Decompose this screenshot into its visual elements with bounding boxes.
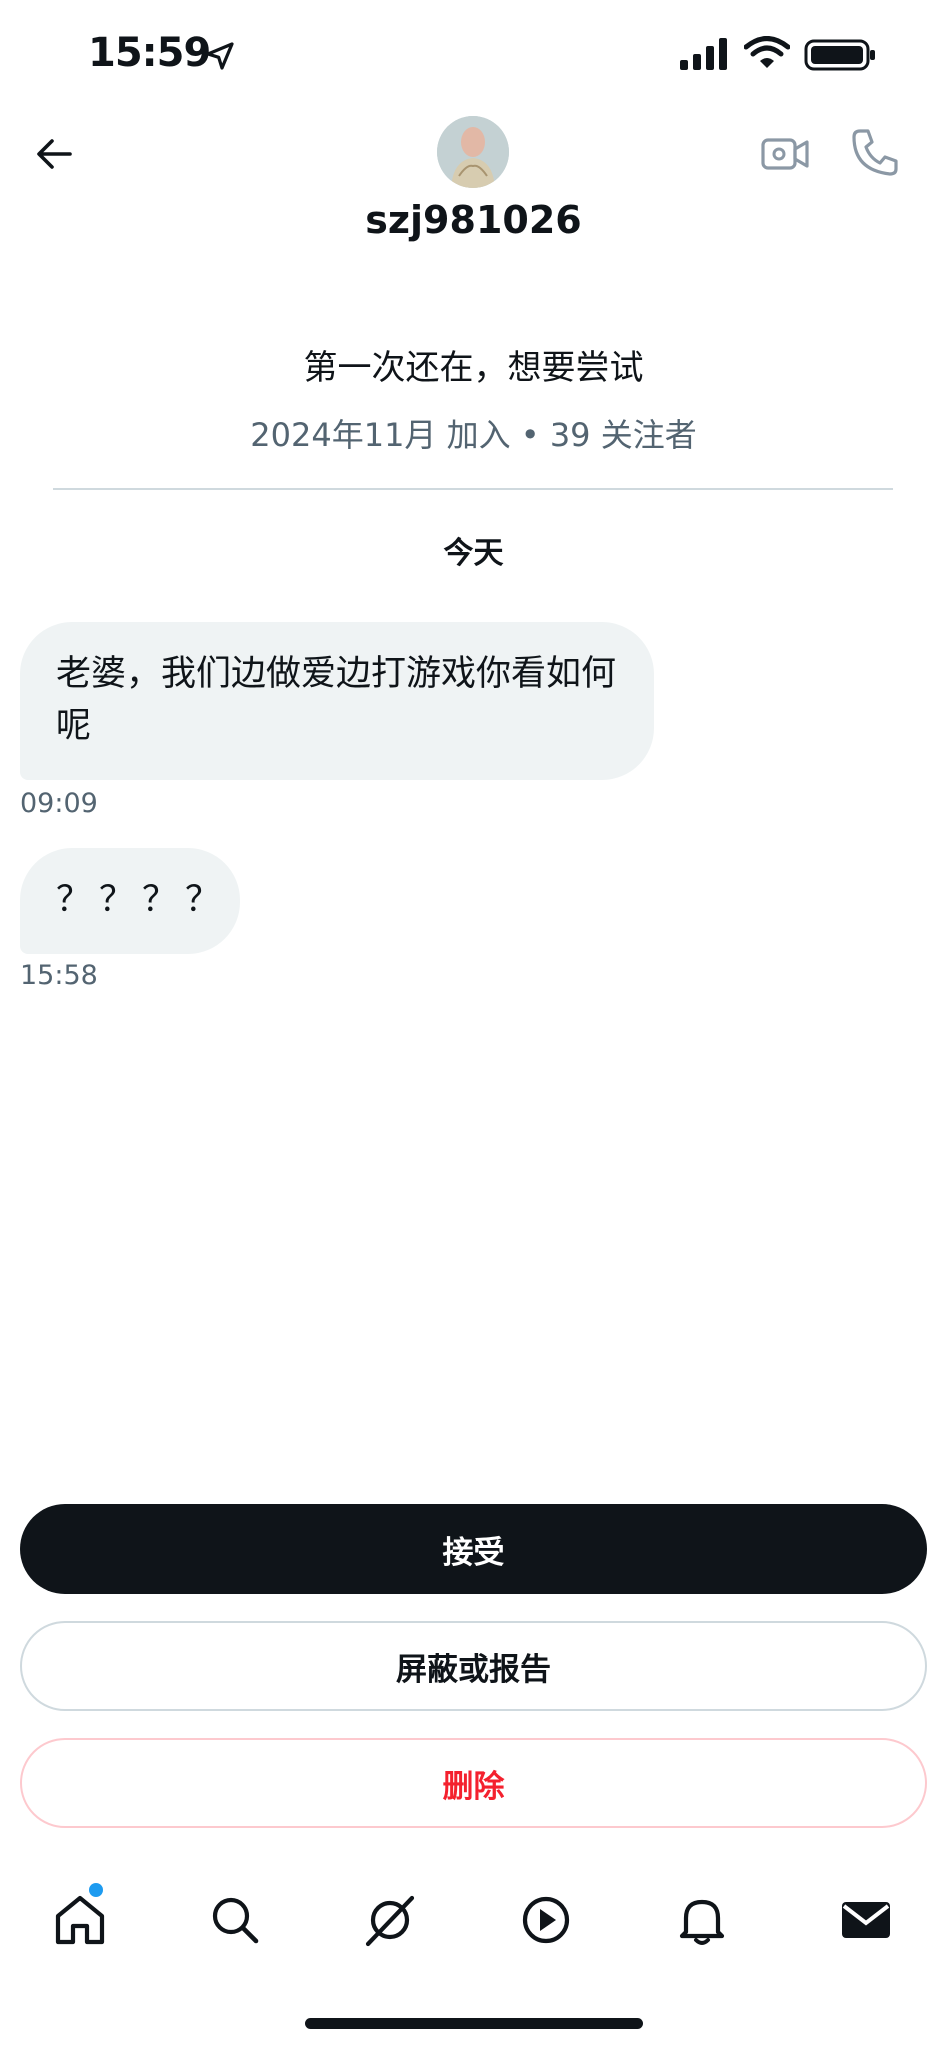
video-icon[interactable] [518, 1892, 574, 1948]
grok-icon[interactable] [362, 1892, 418, 1948]
delete-button[interactable]: 删除 [20, 1738, 927, 1828]
back-arrow-icon[interactable] [30, 130, 78, 178]
date-separator: 今天 [443, 536, 504, 571]
video-call-icon[interactable] [760, 130, 810, 178]
avatar-image [437, 116, 509, 188]
battery-icon [804, 39, 875, 71]
message-bubble[interactable]: ？？？？ [20, 848, 240, 954]
message-timestamp: 09:09 [20, 788, 98, 819]
message-timestamp: 15:58 [20, 960, 98, 991]
messages-icon[interactable] [838, 1892, 894, 1948]
profile-bio: 第一次还在，想要尝试 [303, 348, 644, 388]
wifi-icon [744, 36, 790, 68]
profile-meta: 2024年11月 加入 • 39 关注者 [250, 416, 697, 454]
divider [53, 488, 893, 490]
status-bar: 15:59 [0, 0, 947, 110]
home-icon[interactable] [52, 1892, 108, 1948]
block-or-report-button[interactable]: 屏蔽或报告 [20, 1621, 927, 1711]
avatar[interactable] [437, 116, 509, 188]
status-time: 15:59 [88, 30, 211, 76]
location-arrow-icon [206, 42, 234, 70]
header-username[interactable]: szj981026 [0, 198, 947, 242]
notification-dot [89, 1883, 103, 1897]
home-indicator[interactable] [305, 2018, 643, 2029]
search-icon[interactable] [207, 1892, 263, 1948]
message-bubble[interactable]: 老婆，我们边做爱边打游戏你看如何呢 [20, 622, 654, 780]
notifications-icon[interactable] [674, 1892, 730, 1948]
accept-button[interactable]: 接受 [20, 1504, 927, 1594]
phone-call-icon[interactable] [850, 127, 898, 177]
cellular-signal-icon [680, 38, 727, 70]
